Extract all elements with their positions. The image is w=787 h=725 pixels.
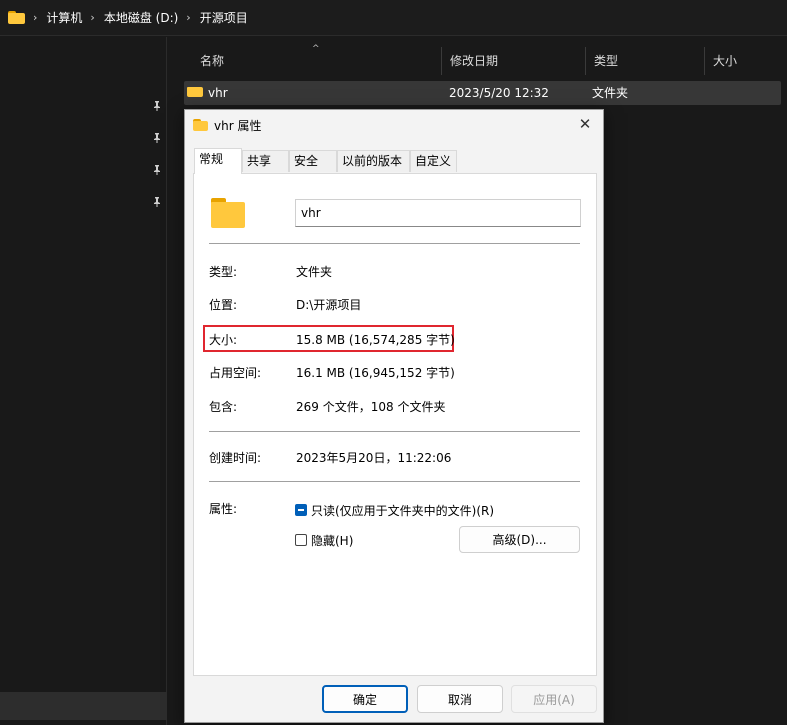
general-tab-panel: 类型: 文件夹 位置: D:\开源项目 大小: 15.8 MB (16,574,…	[193, 173, 597, 676]
tab-general[interactable]: 常规	[194, 148, 242, 174]
address-bar[interactable]: › 计算机 › 本地磁盘 (D:) › 开源项目	[0, 0, 787, 36]
divider	[209, 481, 580, 482]
column-header-date[interactable]: 修改日期	[442, 47, 586, 75]
column-header-type[interactable]: 类型	[586, 47, 705, 75]
pin-icon[interactable]	[152, 133, 162, 143]
hidden-checkbox[interactable]	[295, 534, 307, 546]
cancel-button[interactable]: 取消	[417, 685, 503, 713]
location-value: D:\开源项目	[296, 298, 362, 312]
type-label: 类型:	[209, 265, 238, 279]
readonly-checkbox[interactable]	[295, 504, 307, 516]
pin-icon[interactable]	[152, 101, 162, 111]
folder-icon	[8, 11, 25, 24]
attributes-label: 属性:	[209, 502, 238, 516]
readonly-label[interactable]: 只读(仅应用于文件夹中的文件)(R)	[311, 502, 494, 519]
file-type: 文件夹	[592, 86, 629, 100]
navigation-pane[interactable]	[0, 37, 167, 725]
column-header-size[interactable]: 大小	[705, 47, 781, 75]
dialog-titlebar: vhr 属性	[193, 116, 261, 134]
size-on-disk-label: 占用空间:	[209, 366, 262, 380]
nav-selected-item[interactable]	[0, 692, 167, 720]
dialog-title: vhr 属性	[214, 118, 262, 133]
tab-sharing[interactable]: 共享	[242, 150, 289, 172]
divider	[209, 243, 580, 244]
created-label: 创建时间:	[209, 451, 262, 465]
location-label: 位置:	[209, 298, 238, 312]
tab-security[interactable]: 安全	[289, 150, 337, 172]
folder-icon	[211, 198, 245, 228]
close-icon[interactable]: ✕	[575, 114, 595, 134]
folder-name-input[interactable]	[295, 199, 581, 227]
properties-dialog[interactable]: vhr 属性 ✕ 常规 共享 安全 以前的版本 自定义 类型: 文件夹 位置: …	[184, 109, 604, 723]
chevron-right-icon: ›	[90, 11, 95, 24]
advanced-button[interactable]: 高级(D)...	[459, 526, 580, 553]
file-name: vhr	[208, 86, 228, 100]
file-row-vhr[interactable]: vhr 2023/5/20 12:32 文件夹	[184, 81, 781, 105]
type-value: 文件夹	[296, 265, 333, 279]
chevron-right-icon: ›	[33, 11, 38, 24]
contains-value: 269 个文件，108 个文件夹	[296, 400, 446, 414]
folder-icon	[193, 119, 208, 131]
size-value: 15.8 MB (16,574,285 字节)	[296, 333, 455, 347]
ok-button[interactable]: 确定	[322, 685, 408, 713]
tab-customize[interactable]: 自定义	[410, 150, 457, 172]
divider	[209, 431, 580, 432]
breadcrumb-drive-d[interactable]: 本地磁盘 (D:)	[104, 9, 178, 26]
apply-button[interactable]: 应用(A)	[511, 685, 597, 713]
column-header-name[interactable]: 名称	[192, 47, 442, 75]
created-value: 2023年5月20日，11:22:06	[296, 451, 452, 465]
tab-previous-versions[interactable]: 以前的版本	[337, 150, 410, 172]
file-date: 2023/5/20 12:32	[449, 86, 549, 100]
size-label: 大小:	[209, 333, 238, 347]
size-on-disk-value: 16.1 MB (16,945,152 字节)	[296, 366, 455, 380]
breadcrumb-computer[interactable]: 计算机	[46, 9, 82, 26]
contains-label: 包含:	[209, 400, 238, 414]
chevron-right-icon: ›	[186, 11, 191, 24]
pin-icon[interactable]	[152, 165, 162, 175]
breadcrumb-open-source-projects[interactable]: 开源项目	[200, 9, 248, 26]
pin-icon[interactable]	[152, 197, 162, 207]
hidden-label[interactable]: 隐藏(H)	[311, 532, 353, 549]
